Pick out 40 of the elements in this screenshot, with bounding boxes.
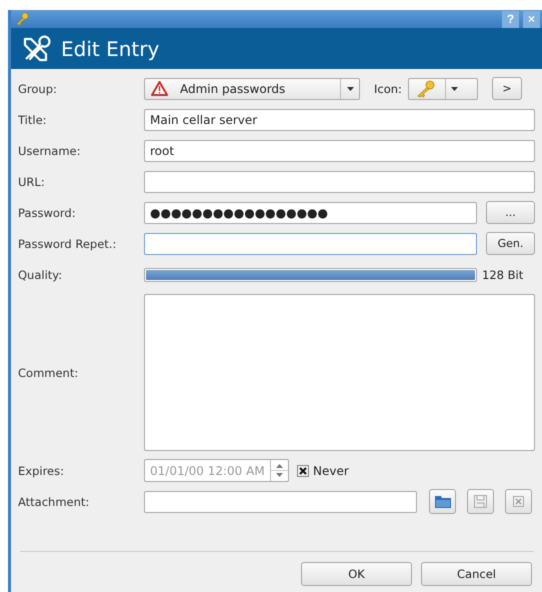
group-dropdown[interactable]: Admin passwords bbox=[144, 78, 360, 100]
field-label: Attachment: bbox=[18, 494, 90, 509]
field-label: Quality: bbox=[18, 268, 64, 282]
floppy-icon bbox=[474, 495, 487, 508]
delete-icon bbox=[513, 496, 524, 508]
tools-icon bbox=[21, 34, 51, 63]
attachment-field[interactable] bbox=[144, 490, 417, 513]
field-label: Password Repet.: bbox=[18, 236, 118, 251]
key-icon bbox=[414, 80, 437, 98]
password-field[interactable]: ●●●●●●●●●●●●●●●●● bbox=[144, 202, 477, 224]
field-label: Group: bbox=[18, 82, 58, 96]
field-label: Icon: bbox=[374, 82, 402, 96]
generate-button[interactable]: Gen. bbox=[486, 232, 535, 256]
warning-icon bbox=[151, 81, 168, 96]
remove-button[interactable] bbox=[505, 489, 532, 514]
text-field[interactable]: root bbox=[144, 140, 535, 162]
field-label: Username: bbox=[18, 144, 82, 158]
key-icon bbox=[15, 12, 29, 26]
field-label: Expires: bbox=[18, 464, 65, 478]
cancel-button[interactable]: Cancel bbox=[421, 562, 532, 586]
field-label: URL: bbox=[18, 174, 46, 189]
field-label: Comment: bbox=[18, 366, 80, 380]
open-button[interactable] bbox=[429, 489, 456, 514]
dropdown-arrow-icon bbox=[346, 86, 354, 91]
checkbox-label: Never bbox=[313, 464, 349, 478]
quality-reading: 128 Bit bbox=[482, 268, 524, 282]
field-label: Title: bbox=[18, 112, 48, 127]
text-field[interactable]: Main cellar server bbox=[144, 108, 535, 131]
dialog-title: Edit Entry bbox=[61, 36, 160, 61]
reveal-button[interactable]: ... bbox=[486, 201, 535, 224]
password-field[interactable] bbox=[144, 232, 477, 255]
ok-button[interactable]: OK bbox=[301, 562, 412, 586]
dropdown-arrow-icon bbox=[451, 86, 458, 91]
icon-dropdown[interactable] bbox=[408, 78, 478, 100]
field-label: Password: bbox=[18, 206, 77, 220]
next-button[interactable]: > bbox=[492, 77, 522, 100]
folder-icon bbox=[434, 495, 450, 508]
comment-field[interactable] bbox=[144, 294, 535, 452]
text-field[interactable] bbox=[144, 170, 535, 193]
save-button[interactable] bbox=[467, 489, 494, 514]
